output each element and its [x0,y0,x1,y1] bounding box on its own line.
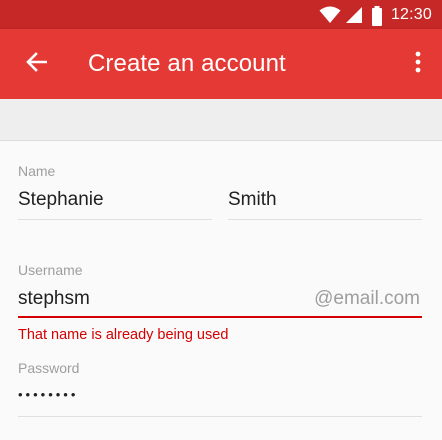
email-suffix: @email.com [314,288,420,309]
last-name-field[interactable]: Smith [228,189,277,211]
username-field[interactable]: stephsm [18,288,90,310]
signal-icon [345,6,365,24]
more-vert-icon [415,51,421,78]
account-form: Name Stephanie Smith Username stephsm @e… [0,140,442,440]
first-name-field[interactable]: Stephanie [18,189,104,211]
name-label: Name [18,163,56,179]
arrow-back-icon [25,51,48,78]
status-bar: 12:30 [0,0,442,29]
status-icons: 12:30 [319,0,432,29]
password-label: Password [18,360,80,376]
last-name-underline [228,219,422,220]
page-title: Create an account [88,50,286,77]
battery-icon [371,5,383,26]
username-underline [18,316,422,318]
header-spacer [0,99,442,140]
username-label: Username [18,262,83,278]
wifi-icon [319,6,341,24]
back-button[interactable] [18,46,54,82]
password-underline [18,416,422,417]
status-time: 12:30 [390,5,432,23]
first-name-underline [18,219,212,220]
overflow-menu-button[interactable] [404,46,432,82]
username-error: That name is already being used [18,327,229,343]
app-bar: Create an account [0,29,442,99]
password-field[interactable]: •••••••• [18,387,78,402]
